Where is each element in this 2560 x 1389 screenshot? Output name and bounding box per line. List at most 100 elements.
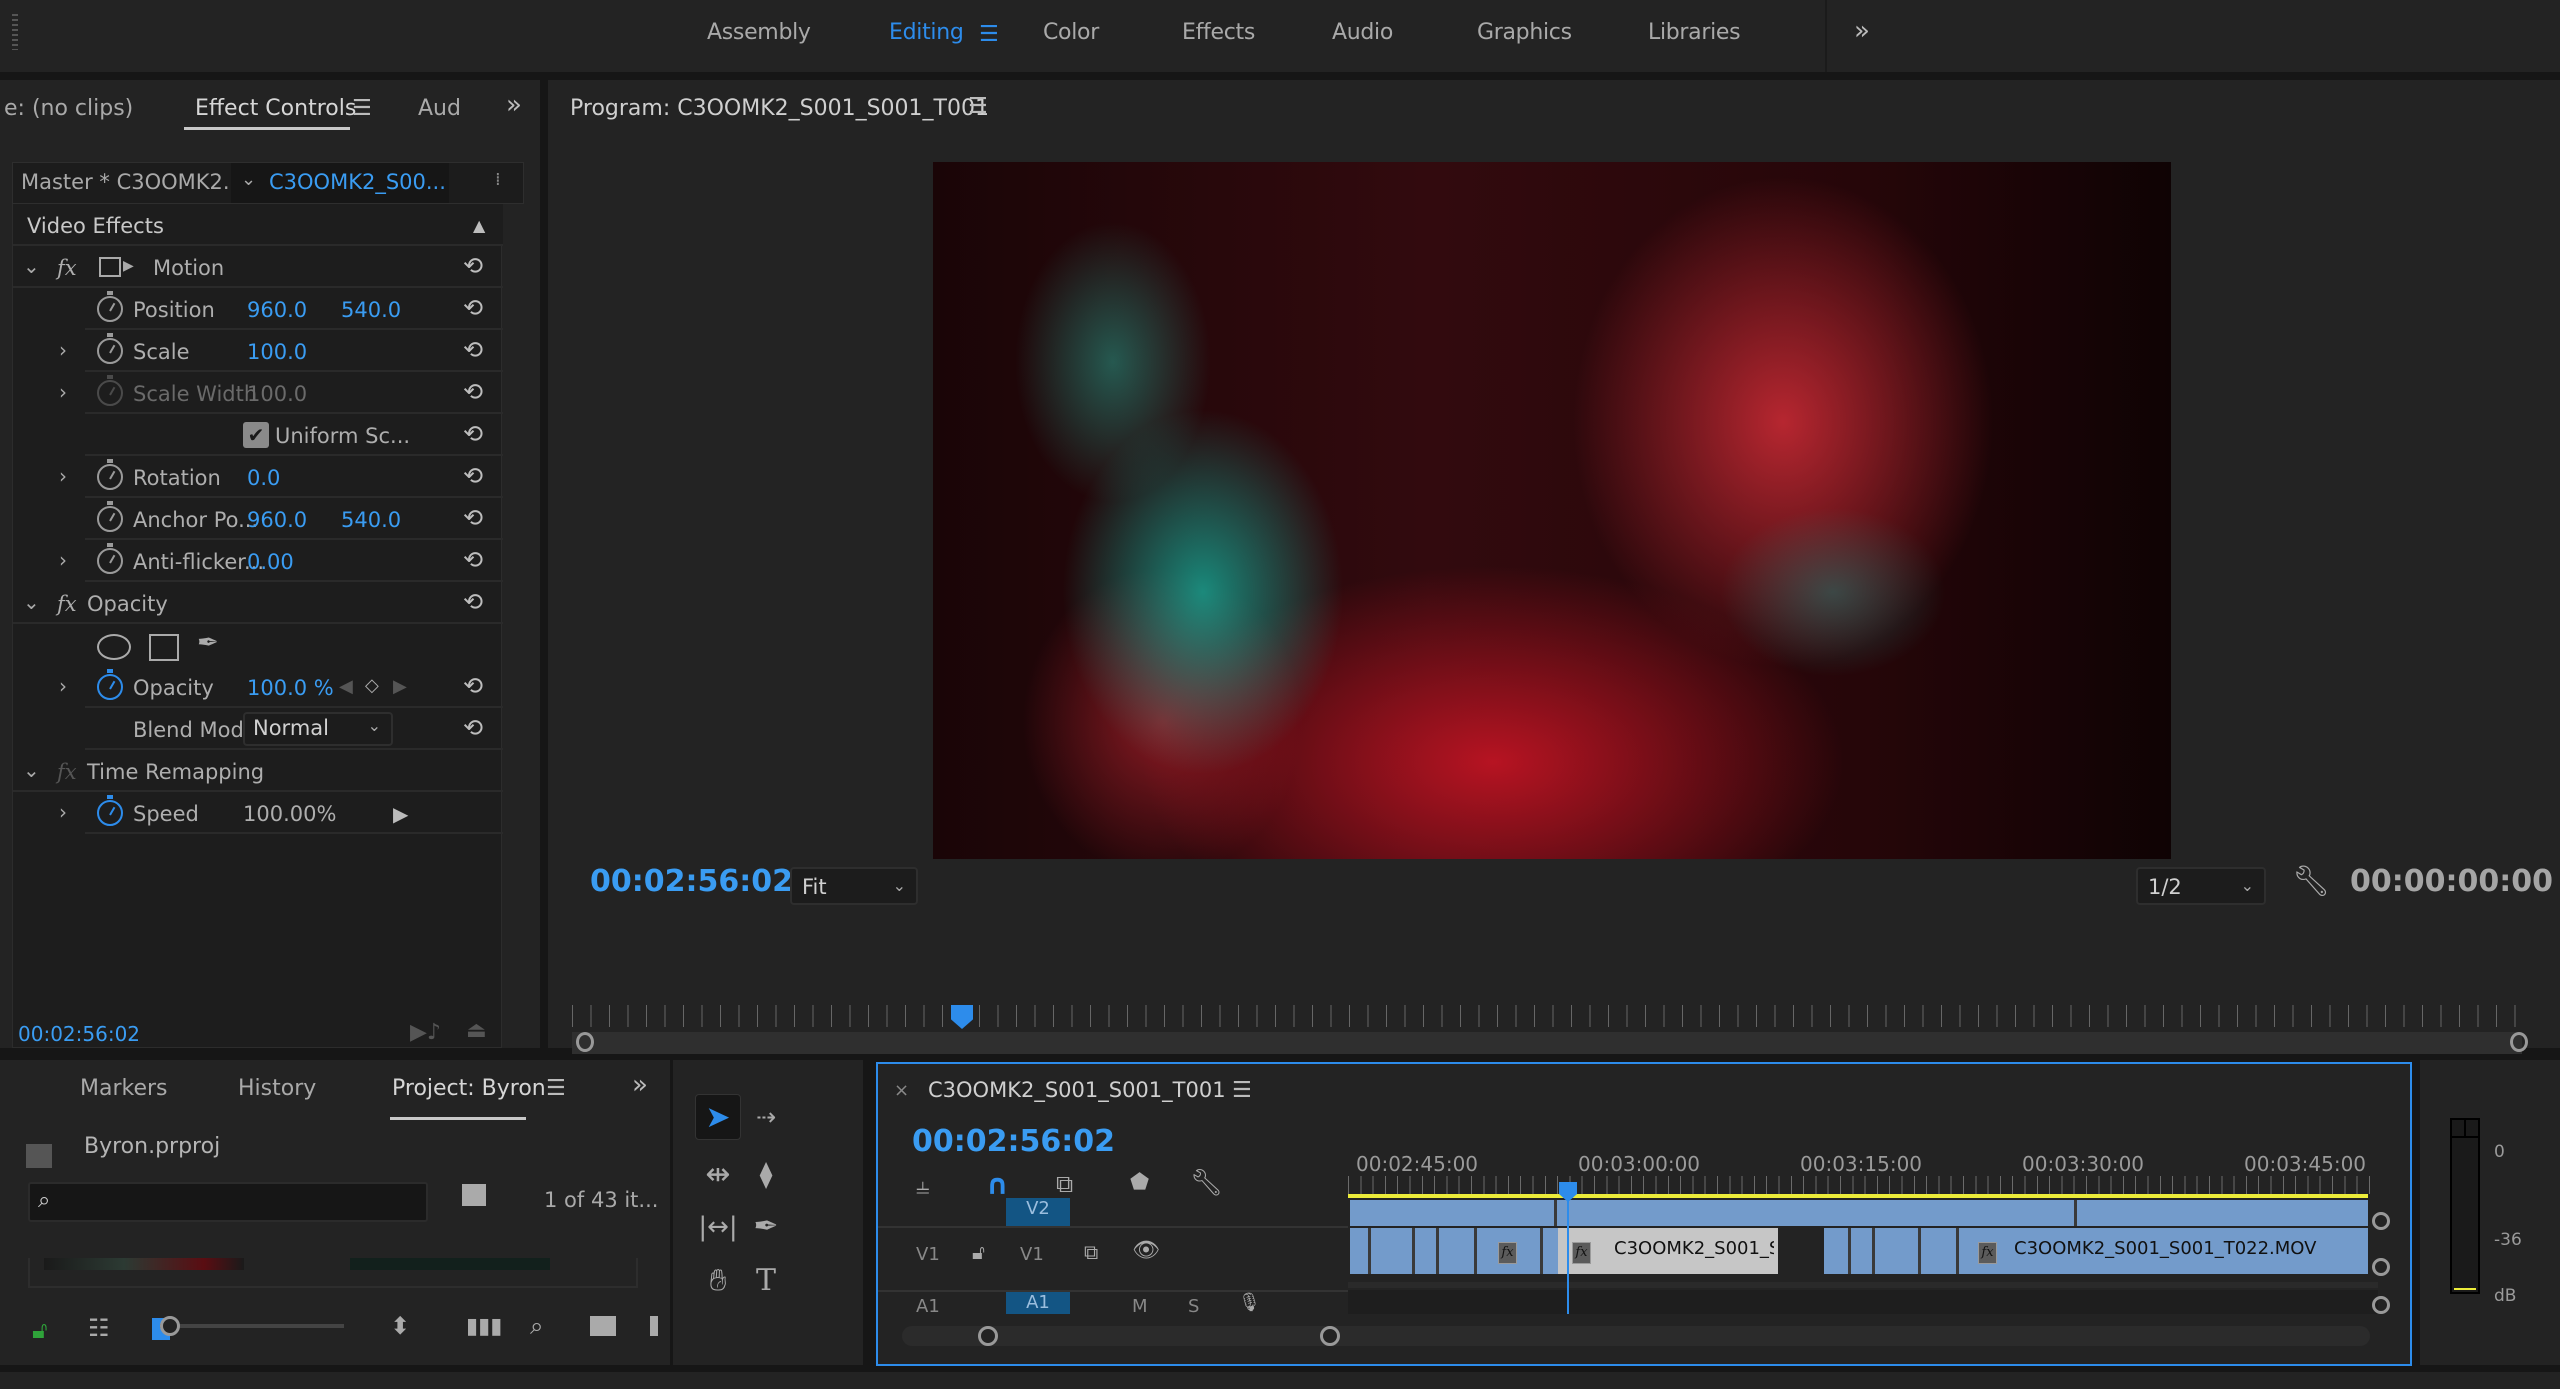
fx-badge[interactable]: fx (1978, 1242, 1997, 1264)
resolution-dropdown[interactable]: 1/2 ⌄ (2136, 867, 2266, 905)
stopwatch-icon[interactable] (97, 501, 123, 532)
solo-button[interactable]: S (1188, 1296, 1199, 1314)
play-audio-icon[interactable]: ▶♪ (410, 1020, 441, 1045)
track-height-handle[interactable] (2372, 1212, 2390, 1230)
mute-button[interactable]: M (1132, 1296, 1148, 1314)
chevron-right-icon[interactable]: › (59, 380, 67, 404)
reset-icon[interactable]: ⟲ (463, 336, 483, 364)
playhead-timecode[interactable]: 00:02:56:02 (590, 864, 793, 899)
zoom-dropdown[interactable]: Fit ⌄ (790, 867, 918, 905)
stopwatch-icon[interactable] (97, 669, 123, 700)
clip-thumbnail[interactable] (350, 1258, 550, 1270)
workspace-color[interactable]: Color (1043, 20, 1099, 45)
reset-icon[interactable]: ⟲ (463, 462, 483, 490)
speed-value[interactable]: 100.00% (243, 802, 336, 826)
anti-flicker-value[interactable]: 0.00 (247, 550, 294, 574)
track-height-handle[interactable] (2372, 1258, 2390, 1276)
gap[interactable] (1778, 1228, 1824, 1274)
timeline-timecode[interactable]: 00:02:56:02 (912, 1124, 1115, 1159)
video-frame[interactable] (933, 162, 2171, 859)
time-remapping-row[interactable]: ⌄ fx Time Remapping (13, 750, 503, 792)
collapse-up-icon[interactable]: ▲ (473, 216, 485, 235)
timeline-clip[interactable]: fx C3OOMK2_S001_S001_T (1558, 1228, 1778, 1274)
chevron-down-icon[interactable]: ⌄ (23, 254, 40, 278)
hamburger-icon[interactable]: ☰ (546, 1076, 566, 1101)
reset-icon[interactable]: ⟲ (463, 294, 483, 322)
scrollbar-handle-left[interactable] (978, 1326, 998, 1346)
lock-open-icon[interactable]: 🔓︎ (972, 1240, 985, 1264)
timeline-clip[interactable]: fx C3OOMK2_S001_S001_T022.MOV (1958, 1228, 2368, 1274)
tab-project[interactable]: Project: Byron (392, 1076, 546, 1101)
anchor-x[interactable]: 960.0 (247, 508, 307, 532)
hamburger-icon[interactable]: ☰ (979, 22, 999, 47)
zoom-slider[interactable] (160, 1324, 344, 1328)
opacity-effect-row[interactable]: ⌄ fx Opacity ⟲ (13, 582, 503, 624)
stopwatch-icon[interactable] (97, 333, 123, 364)
chevron-right-icon[interactable]: › (59, 338, 67, 362)
wrench-icon[interactable]: 🔧︎ (1190, 1168, 1223, 1198)
reset-icon[interactable]: ⟲ (463, 546, 483, 574)
sequence-name[interactable]: C3OOMK2_S001_S001_T001 (928, 1078, 1226, 1102)
project-search-input[interactable]: ⌕ (28, 1182, 428, 1222)
prev-keyframe-icon[interactable]: ◀ (339, 676, 353, 697)
scrollbar-handle-right[interactable] (1320, 1326, 1340, 1346)
track-height-handle[interactable] (2372, 1296, 2390, 1314)
reset-icon[interactable]: ⟲ (463, 672, 483, 700)
insert-nest-icon[interactable]: ⫨ (916, 1172, 930, 1200)
wrench-icon[interactable]: 🔧︎ (2292, 864, 2330, 899)
track-target-v2[interactable]: V2 (1006, 1198, 1070, 1226)
sync-lock-icon[interactable]: ⧉ (1084, 1240, 1098, 1264)
eye-icon[interactable]: 👁︎ (1132, 1238, 1160, 1263)
chevron-right-icon[interactable]: › (59, 464, 67, 488)
tab-source[interactable]: e: (no clips) (4, 96, 133, 121)
timeline-ruler[interactable] (1348, 1176, 2372, 1194)
reset-icon[interactable]: ⟲ (463, 504, 483, 532)
fx-badge[interactable]: fx (1572, 1242, 1591, 1264)
stopwatch-icon[interactable] (97, 291, 123, 322)
work-area-bar[interactable] (1348, 1194, 2368, 1198)
blend-mode-dropdown[interactable]: Normal ⌄ (243, 712, 393, 746)
double-chevron-right-icon[interactable]: » (506, 90, 522, 120)
v1-track-clips[interactable]: fx fx C3OOMK2_S001_S001_T fx C3OOMK2_S00… (1350, 1228, 2368, 1274)
add-keyframe-icon[interactable]: ◇ (365, 675, 379, 696)
a1-track[interactable] (1348, 1290, 2378, 1314)
scale-value[interactable]: 100.0 (247, 340, 307, 364)
workspace-graphics[interactable]: Graphics (1477, 20, 1572, 45)
chevron-down-icon[interactable]: ⌄ (23, 758, 40, 782)
chevron-right-icon[interactable]: › (59, 548, 67, 572)
v2-track-clips[interactable] (1350, 1200, 2368, 1226)
uniform-scale-checkbox[interactable]: ✔ (243, 422, 269, 448)
slip-tool[interactable]: |↔| (695, 1204, 741, 1250)
double-chevron-right-icon[interactable]: » (1854, 16, 1870, 46)
motion-effect-row[interactable]: ⌄ fx ▶ Motion ⟲ (13, 246, 503, 288)
scrollbar-handle-left[interactable] (576, 1032, 594, 1052)
position-x[interactable]: 960.0 (247, 298, 307, 322)
folder-up-icon[interactable] (26, 1144, 52, 1168)
transform-icon[interactable] (99, 257, 121, 277)
play-arrow-icon[interactable]: ▶ (393, 802, 408, 826)
razor-tool[interactable]: ⧫ (743, 1152, 789, 1198)
ellipse-mask-icon[interactable] (97, 634, 131, 660)
snap-icon[interactable]: ∩ (986, 1168, 1009, 1201)
position-y[interactable]: 540.0 (341, 298, 401, 322)
workspace-editing[interactable]: Editing (889, 20, 964, 45)
workspace-assembly[interactable]: Assembly (707, 20, 811, 45)
source-patch-a1[interactable]: A1 (916, 1296, 940, 1314)
fx-badge[interactable]: fx (1498, 1242, 1517, 1264)
pen-mask-icon[interactable]: ✒ (197, 628, 219, 658)
export-icon[interactable]: ⏏ (466, 1018, 487, 1043)
lock-open-icon[interactable]: 🔓︎ (32, 1316, 48, 1344)
stopwatch-icon[interactable] (97, 795, 123, 826)
next-keyframe-icon[interactable]: ▶ (393, 676, 407, 697)
tab-effect-controls[interactable]: Effect Controls (195, 96, 356, 121)
workspace-libraries[interactable]: Libraries (1648, 20, 1741, 45)
panel-grip-icon[interactable]: ⁞ (495, 169, 501, 190)
track-select-tool[interactable]: ⇢ (743, 1094, 789, 1140)
tab-audio-clip-mixer[interactable]: Aud (418, 96, 461, 121)
reset-icon[interactable]: ⟲ (463, 252, 483, 280)
workspace-audio[interactable]: Audio (1332, 20, 1393, 45)
fx-icon[interactable]: fx (57, 256, 77, 280)
hamburger-icon[interactable]: ☰ (352, 96, 372, 121)
thumbnail-strip[interactable] (28, 1258, 638, 1288)
tab-markers[interactable]: Markers (80, 1076, 168, 1101)
